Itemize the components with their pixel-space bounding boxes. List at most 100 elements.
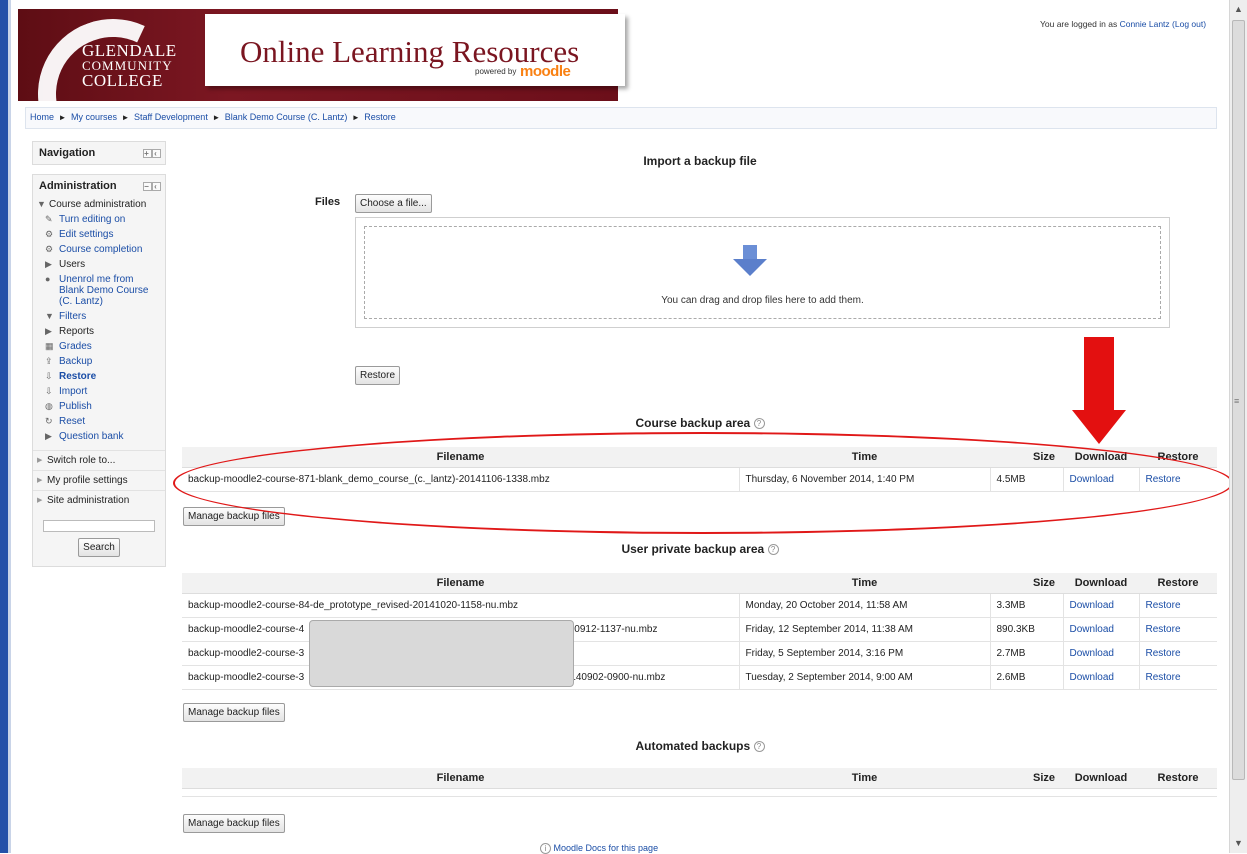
import-heading: Import a backup file	[643, 154, 757, 168]
moodle-docs-link[interactable]: i Moodle Docs for this page	[540, 843, 658, 854]
collapse-icon[interactable]: ‹	[152, 149, 161, 158]
caret-right-icon: ▶	[37, 497, 43, 504]
navigation-block-header: Navigation + ‹	[33, 142, 165, 166]
cell-size: 890.3KB	[989, 617, 1063, 642]
restore-link[interactable]: Restore	[1146, 648, 1181, 659]
sidebar-item-filters[interactable]: ▼ Filters	[37, 311, 161, 322]
logout-link[interactable]: (Log out)	[1172, 19, 1206, 29]
restore-link[interactable]: Restore	[1146, 624, 1181, 635]
breadcrumb-restore[interactable]: Restore	[364, 112, 396, 122]
admin-search-button[interactable]: Search	[78, 538, 120, 557]
caret-down-icon: ▼	[37, 199, 46, 209]
breadcrumb-course[interactable]: Blank Demo Course (C. Lantz)	[225, 112, 348, 122]
empty-row	[182, 788, 1217, 797]
cell-size: 3.3MB	[989, 593, 1063, 618]
administration-title: Administration	[39, 180, 117, 192]
help-icon[interactable]: ?	[753, 741, 765, 753]
sidebar-item-restore[interactable]: ⇩ Restore	[37, 371, 161, 382]
sidebar-item-edit-settings[interactable]: ⚙ Edit settings	[37, 229, 161, 240]
sidebar-item-profile-settings[interactable]: ▶ My profile settings	[33, 470, 165, 490]
help-icon[interactable]: ?	[753, 418, 765, 430]
sidebar-item-publish[interactable]: ◍ Publish	[37, 401, 161, 412]
automated-backup-heading: Automated backups ?	[180, 739, 1220, 753]
window-edge	[0, 0, 8, 853]
breadcrumb-staff-development[interactable]: Staff Development	[134, 112, 208, 122]
globe-icon: ◍	[45, 401, 53, 411]
restore-link[interactable]: Restore	[1146, 672, 1181, 683]
backup-icon: ⇪	[45, 356, 53, 366]
login-prefix: You are logged in as	[1040, 19, 1118, 29]
cell-time: Friday, 12 September 2014, 11:38 AM	[738, 617, 990, 642]
manage-user-backup-button[interactable]: Manage backup files	[183, 703, 285, 722]
restore-button[interactable]: Restore	[355, 366, 401, 385]
pencil-icon: ✎	[45, 214, 53, 224]
user-backup-heading: User private backup area ?	[180, 542, 1220, 556]
sidebar-item-turn-editing[interactable]: ✎ Turn editing on	[37, 214, 161, 225]
dock-icon[interactable]: +	[143, 149, 152, 158]
block-controls: − ‹	[143, 182, 161, 191]
sidebar-item-grades[interactable]: ▦ Grades	[37, 341, 161, 352]
course-administration-node[interactable]: ▼ Course administration	[37, 199, 161, 210]
sidebar-item-unenrol[interactable]: ● Unenrol me from Blank Demo Course (C. …	[37, 274, 161, 307]
sidebar-item-backup[interactable]: ⇪ Backup	[37, 356, 161, 367]
col-filename: Filename	[182, 768, 739, 789]
red-ellipse-annotation	[173, 432, 1233, 534]
caret-right-icon: ▶	[45, 326, 52, 336]
sidebar-item-users[interactable]: ▶ Users	[37, 259, 161, 270]
sidebar-item-switch-role[interactable]: ▶ Switch role to...	[33, 450, 165, 470]
gear-icon: ⚙	[45, 229, 54, 239]
breadcrumb-my-courses[interactable]: My courses	[71, 112, 117, 122]
caret-right-icon: ▶	[37, 477, 43, 484]
admin-search-input[interactable]	[43, 520, 155, 532]
scrollbar-grip-icon: ≡	[1234, 396, 1240, 406]
login-info: You are logged in as Connie Lantz (Log o…	[1040, 19, 1206, 29]
college-name: GLENDALE COMMUNITY COLLEGE	[82, 41, 177, 90]
restore-link[interactable]: Restore	[1146, 600, 1181, 611]
admin-tree: ▼ Course administration ✎ Turn editing o…	[33, 199, 165, 450]
download-link[interactable]: Download	[1070, 648, 1114, 659]
table-row	[182, 788, 1217, 797]
window-edge-inner	[8, 0, 11, 853]
choose-file-button[interactable]: Choose a file...	[355, 194, 432, 213]
user-profile-link[interactable]: Connie Lantz	[1120, 19, 1170, 29]
sidebar-item-site-administration[interactable]: ▶ Site administration	[33, 490, 165, 510]
minimize-icon[interactable]: −	[143, 182, 152, 191]
download-link[interactable]: Download	[1070, 672, 1114, 683]
navigation-block: Navigation + ‹	[32, 141, 166, 165]
sidebar-item-question-bank[interactable]: ▶ Question bank	[37, 431, 161, 442]
col-time: Time	[739, 573, 990, 594]
filename-start: backup-moodle2-course-3	[188, 647, 305, 659]
sidebar-item-course-completion[interactable]: ⚙ Course completion	[37, 244, 161, 255]
sidebar-item-import[interactable]: ⇩ Import	[37, 386, 161, 397]
cell-download: Download	[1062, 617, 1139, 642]
sidebar-item-reports[interactable]: ▶ Reports	[37, 326, 161, 337]
cell-restore: Restore	[1138, 593, 1217, 618]
sidebar-item-reset[interactable]: ↻ Reset	[37, 416, 161, 427]
col-size: Size	[990, 768, 1063, 789]
cell-time: Monday, 20 October 2014, 11:58 AM	[738, 593, 990, 618]
vertical-scrollbar[interactable]: ▲ ≡ ▼	[1229, 0, 1247, 853]
col-download: Download	[1063, 573, 1139, 594]
collapse-icon[interactable]: ‹	[152, 182, 161, 191]
info-icon: i	[540, 843, 551, 854]
breadcrumb-separator-icon: ►	[121, 113, 130, 122]
manage-automated-backup-button[interactable]: Manage backup files	[183, 814, 285, 833]
navigation-title: Navigation	[39, 147, 96, 159]
download-link[interactable]: Download	[1070, 624, 1114, 635]
file-dropzone[interactable]: You can drag and drop files here to add …	[355, 217, 1170, 328]
administration-block: Administration − ‹ ▼ Course administratio…	[32, 174, 166, 567]
grades-icon: ▦	[45, 341, 54, 351]
scroll-up-icon[interactable]: ▲	[1230, 2, 1247, 16]
filename-end: 140912-1137-nu.mbz	[563, 623, 658, 635]
breadcrumb-home[interactable]: Home	[30, 112, 54, 122]
col-restore: Restore	[1139, 573, 1217, 594]
help-icon[interactable]: ?	[767, 544, 779, 556]
dropzone-dashed-area[interactable]: You can drag and drop files here to add …	[364, 226, 1161, 319]
files-label: Files	[315, 196, 341, 208]
powered-by-text: powered by	[475, 67, 517, 76]
table-row: backup-moodle2-course-84-de_prototype_re…	[182, 593, 1217, 618]
scroll-down-icon[interactable]: ▼	[1230, 836, 1247, 850]
download-link[interactable]: Download	[1070, 600, 1114, 611]
filter-icon: ▼	[45, 311, 54, 321]
col-download: Download	[1063, 768, 1139, 789]
